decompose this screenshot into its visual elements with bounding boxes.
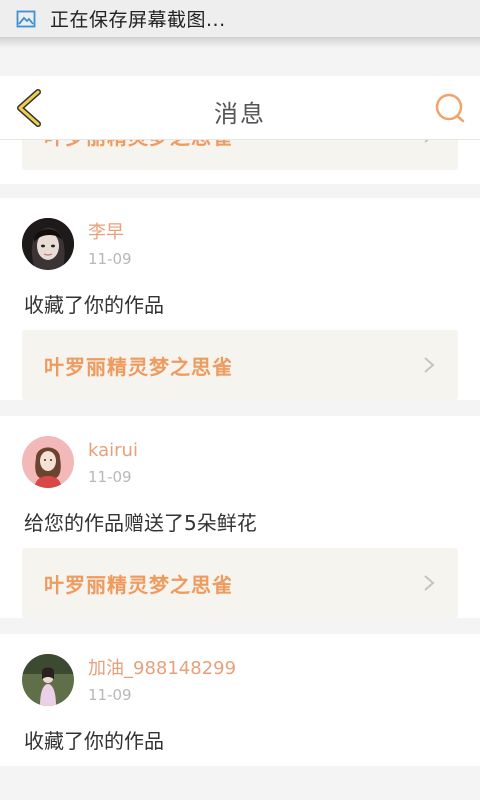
username[interactable]: 加油_988148299 [88, 658, 236, 680]
message-list[interactable]: 叶罗丽精灵梦之思雀 [0, 100, 480, 766]
work-link[interactable]: 叶罗丽精灵梦之思雀 [22, 548, 458, 618]
notification-bar: 正在保存屏幕截图... [0, 0, 480, 38]
chevron-right-icon [424, 575, 435, 591]
username[interactable]: 李早 [88, 222, 132, 244]
avatar[interactable] [22, 436, 74, 488]
top-bar: 消息 [0, 76, 480, 140]
chevron-right-icon [424, 357, 435, 373]
username[interactable]: kairui [88, 440, 138, 462]
message-date: 11-09 [88, 468, 132, 486]
work-title: 叶罗丽精灵梦之思雀 [44, 354, 233, 379]
message-card: 李早 11-09 收藏了你的作品 叶罗丽精灵梦之思雀 [0, 198, 480, 400]
user-row: 加油_988148299 11-09 [22, 634, 458, 714]
action-text: 收藏了你的作品 [24, 293, 164, 317]
message-card: 加油_988148299 11-09 收藏了你的作品 [0, 634, 480, 766]
user-row: kairui 11-09 [22, 416, 458, 496]
message-date: 11-09 [88, 250, 132, 268]
messages-screen: 正在保存屏幕截图... 叶罗丽精灵梦之思雀 [0, 0, 480, 800]
notification-text: 正在保存屏幕截图... [50, 9, 226, 31]
page-title: 消息 [214, 100, 266, 128]
work-title: 叶罗丽精灵梦之思雀 [44, 572, 233, 597]
message-card: kairui 11-09 给您的作品赠送了5朵鲜花 叶罗丽精灵梦之思雀 [0, 416, 480, 618]
message-date: 11-09 [88, 686, 132, 704]
user-meta: 李早 11-09 [88, 218, 132, 268]
notification-shadow [0, 38, 480, 48]
action-text: 收藏了你的作品 [24, 729, 164, 753]
user-row: 李早 11-09 [22, 198, 458, 278]
avatar[interactable] [22, 218, 74, 270]
search-icon[interactable] [434, 92, 466, 124]
user-meta: kairui 11-09 [88, 436, 138, 486]
user-meta: 加油_988148299 11-09 [88, 654, 236, 704]
screenshot-icon [16, 9, 36, 29]
avatar[interactable] [22, 654, 74, 706]
work-link[interactable]: 叶罗丽精灵梦之思雀 [22, 330, 458, 400]
action-text: 给您的作品赠送了5朵鲜花 [24, 511, 257, 535]
